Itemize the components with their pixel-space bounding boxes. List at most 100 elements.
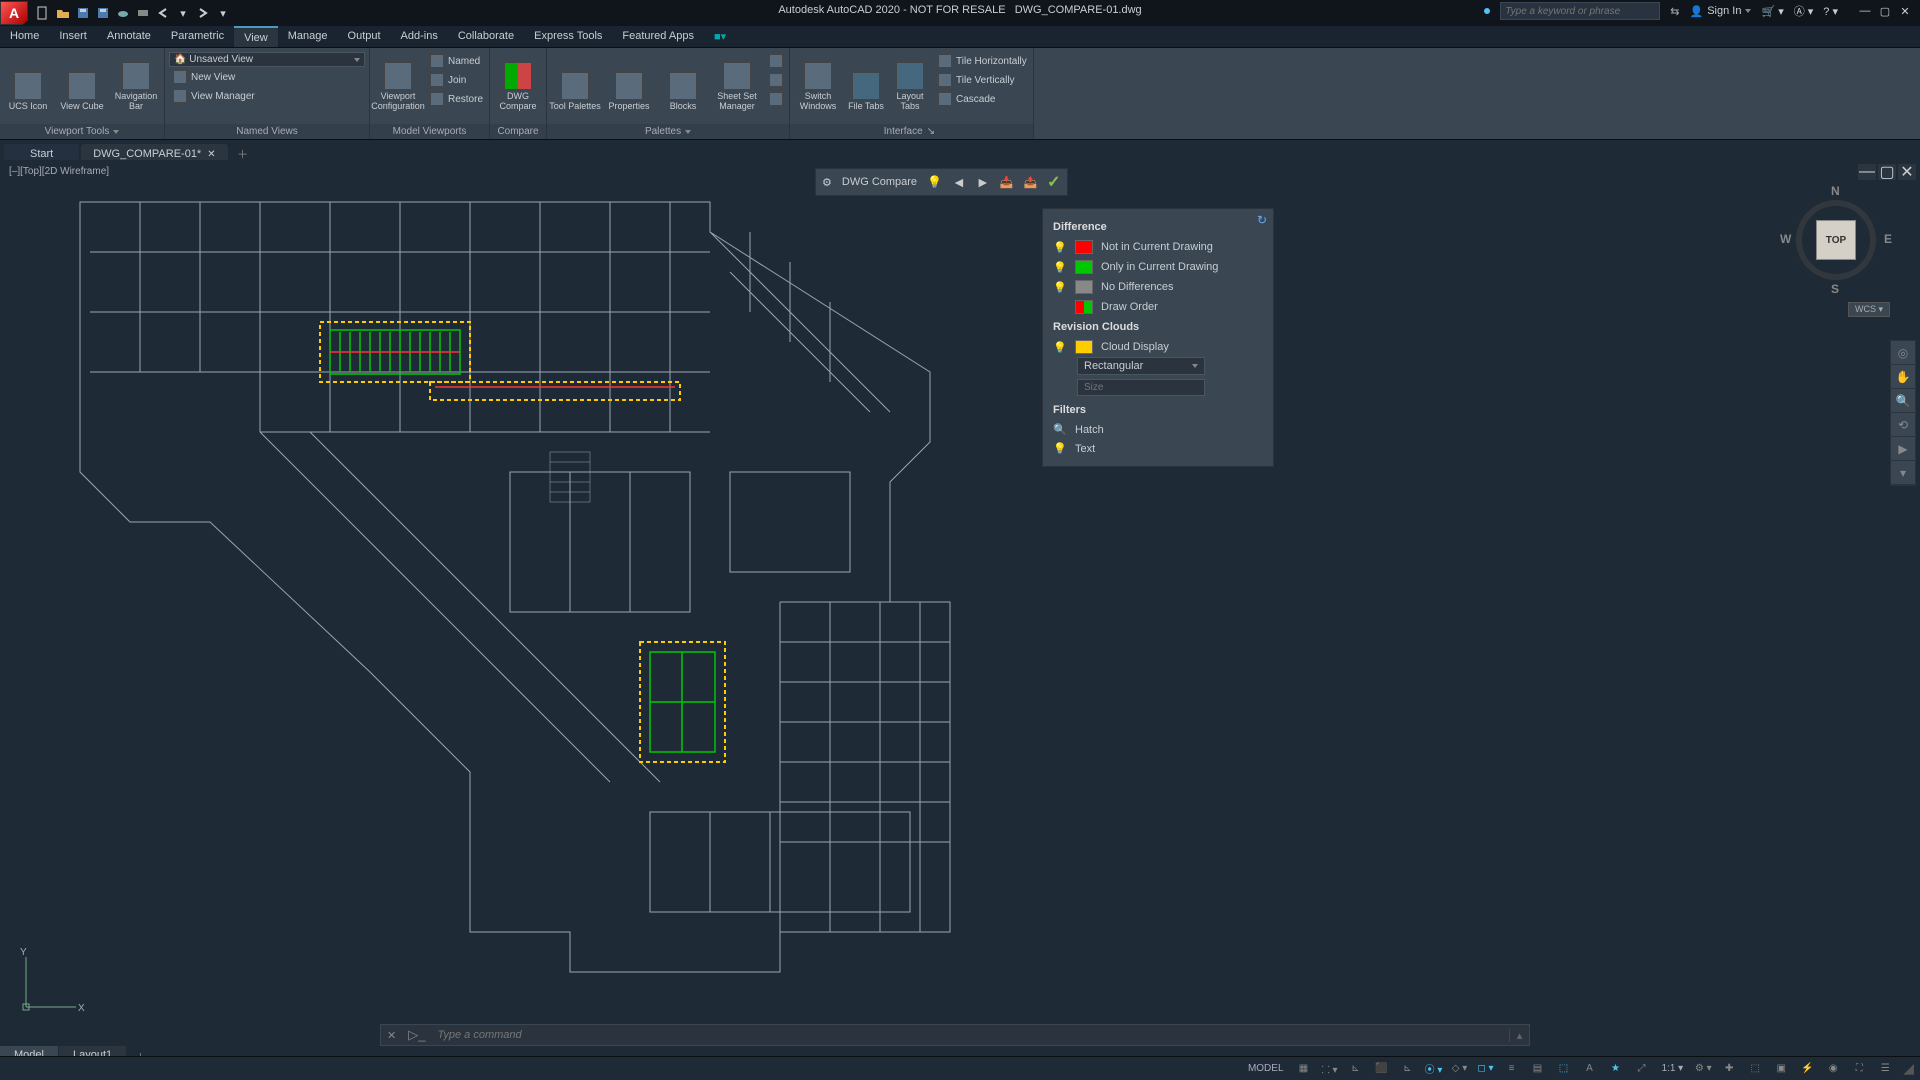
tab-insert[interactable]: Insert <box>49 26 97 47</box>
cloud-icon[interactable] <box>114 4 132 22</box>
cmd-input[interactable]: Type a command <box>431 1029 1509 1041</box>
new-icon[interactable] <box>34 4 52 22</box>
snap-toggle-icon[interactable]: ⸬ ▾ <box>1318 1059 1342 1079</box>
pan-icon[interactable]: ✋ <box>1891 365 1915 389</box>
refresh-icon[interactable]: ↻ <box>1257 213 1267 227</box>
difference-panel[interactable]: ↻ Difference 💡 Not in Current Drawing 💡 … <box>1042 208 1274 467</box>
hardware-acceleration-icon[interactable]: ⚡ <box>1795 1059 1819 1079</box>
cmd-close-icon[interactable]: ✕ <box>381 1029 402 1042</box>
vp-close[interactable]: ✕ <box>1898 164 1916 180</box>
viewcube-e[interactable]: E <box>1884 232 1892 246</box>
layout-tabs-button[interactable]: Layout Tabs <box>888 50 932 114</box>
cmd-history-icon[interactable]: ▴ <box>1509 1029 1529 1042</box>
tab-manage[interactable]: Manage <box>278 26 338 47</box>
viewport-join-button[interactable]: Join <box>426 71 487 89</box>
tab-addins[interactable]: Add-ins <box>391 26 448 47</box>
tab-annotate[interactable]: Annotate <box>97 26 161 47</box>
lineweight-icon[interactable]: ≡ <box>1500 1059 1524 1079</box>
redo-icon[interactable] <box>194 4 212 22</box>
minimize-button[interactable]: — <box>1856 3 1874 19</box>
workspace-switching-icon[interactable]: ⚙ ▾ <box>1691 1059 1715 1079</box>
viewport-named-button[interactable]: Named <box>426 52 487 70</box>
panel-label-viewport-tools[interactable]: Viewport Tools <box>0 124 164 139</box>
osnap-icon[interactable]: ◻ ▾ <box>1474 1059 1498 1079</box>
compare-export-icon[interactable]: 📤 <box>1023 176 1037 189</box>
navbar-more-icon[interactable]: ▾ <box>1891 461 1915 485</box>
selection-cycling-icon[interactable]: ⬚ <box>1552 1059 1576 1079</box>
bulb-toggle-icon[interactable]: 💡 <box>1053 241 1067 254</box>
swatch-yellow[interactable] <box>1075 340 1093 354</box>
view-manager-button[interactable]: View Manager <box>169 87 259 105</box>
annotation-visibility-icon[interactable]: ★ <box>1604 1059 1628 1079</box>
maximize-button[interactable]: ▢ <box>1876 3 1894 19</box>
wcs-dropdown[interactable]: WCS ▾ <box>1848 302 1890 317</box>
infer-constraints-icon[interactable]: ⊾ <box>1344 1059 1368 1079</box>
compare-settings-icon[interactable]: ⚙ <box>822 176 832 189</box>
cascade-button[interactable]: Cascade <box>934 90 1031 108</box>
file-tabs-button[interactable]: File Tabs <box>846 50 886 114</box>
tile-horizontal-button[interactable]: Tile Horizontally <box>934 52 1031 70</box>
dynamic-input-icon[interactable]: ⬛ <box>1370 1059 1394 1079</box>
orbit-icon[interactable]: ⟲ <box>1891 413 1915 437</box>
grid-toggle-icon[interactable]: ▦ <box>1292 1059 1316 1079</box>
resize-grip-icon[interactable]: ◢ <box>1903 1060 1914 1077</box>
full-nav-wheel-icon[interactable]: ◎ <box>1891 341 1915 365</box>
app-logo[interactable]: A <box>0 1 28 25</box>
customization-icon[interactable]: ☰ <box>1873 1059 1897 1079</box>
viewport-config-button[interactable]: Viewport Configuration <box>372 50 424 114</box>
ucs-icon-button[interactable]: UCS Icon <box>2 50 54 114</box>
vp-maximize[interactable]: ▢ <box>1878 164 1896 180</box>
bulb-toggle-icon[interactable]: 💡 <box>1053 261 1067 274</box>
dwg-compare-toolbar[interactable]: ⚙ DWG Compare 💡 ◄ ► 📥 📤 ✓ <box>815 168 1068 196</box>
tile-vertical-button[interactable]: Tile Vertically <box>934 71 1031 89</box>
open-icon[interactable] <box>54 4 72 22</box>
navbar-button[interactable]: Navigation Bar <box>110 50 162 114</box>
status-model[interactable]: MODEL <box>1242 1063 1290 1074</box>
isodraft-icon[interactable]: ◇ ▾ <box>1448 1059 1472 1079</box>
command-line[interactable]: ✕ ▷_ Type a command ▴ <box>380 1024 1530 1046</box>
ucs-icon[interactable]: Y X <box>16 947 86 1020</box>
compare-next-icon[interactable]: ► <box>976 174 990 190</box>
info-dot-icon[interactable] <box>1484 8 1490 14</box>
cloud-size-input[interactable] <box>1077 379 1205 396</box>
filter-toggle-icon[interactable]: 💡 <box>1053 442 1067 455</box>
viewcube-top-face[interactable]: TOP <box>1816 220 1856 260</box>
signin-button[interactable]: 👤 Sign In <box>1689 5 1751 18</box>
tab-express-tools[interactable]: Express Tools <box>524 26 612 47</box>
transparency-icon[interactable]: ▤ <box>1526 1059 1550 1079</box>
annotation-scale[interactable]: 1:1 ▾ <box>1656 1063 1690 1074</box>
save-icon[interactable] <box>74 4 92 22</box>
isolate-objects-icon[interactable]: ◉ <box>1821 1059 1845 1079</box>
app-store-icon[interactable]: 🛒 ▾ <box>1761 5 1783 18</box>
bulb-toggle-icon[interactable]: 💡 <box>1053 341 1067 354</box>
dwg-compare-button[interactable]: DWG Compare <box>492 50 544 114</box>
zoom-extents-icon[interactable]: 🔍 <box>1891 389 1915 413</box>
compare-import-icon[interactable]: 📥 <box>1000 176 1014 189</box>
quick-properties-icon[interactable]: ▣ <box>1769 1059 1793 1079</box>
annotation-autoscale-icon[interactable]: ⤢ <box>1630 1059 1654 1079</box>
qat-more-icon[interactable]: ▾ <box>214 4 232 22</box>
vp-minimize[interactable]: — <box>1858 164 1876 180</box>
search-input[interactable] <box>1500 2 1660 20</box>
palette-extra-1[interactable] <box>765 52 787 70</box>
tool-palettes-button[interactable]: Tool Palettes <box>549 50 601 114</box>
drawing-canvas[interactable] <box>0 160 1920 1046</box>
swatch-green[interactable] <box>1075 260 1093 274</box>
showmotion-icon[interactable]: ▶ <box>1891 437 1915 461</box>
viewcube-n[interactable]: N <box>1831 184 1840 198</box>
infocenter-icon[interactable]: ⇆ <box>1670 5 1679 18</box>
swatch-red[interactable] <box>1075 240 1093 254</box>
help-icon[interactable]: ? ▾ <box>1823 5 1838 18</box>
bulb-toggle-icon[interactable]: 💡 <box>1053 281 1067 294</box>
ortho-icon[interactable]: ⊾ <box>1396 1059 1420 1079</box>
tab-expander[interactable]: ■▾ <box>704 26 736 47</box>
annotation-A-icon[interactable]: A <box>1578 1059 1602 1079</box>
viewport-restore-button[interactable]: Restore <box>426 90 487 108</box>
compare-done-icon[interactable]: ✓ <box>1047 172 1060 192</box>
palette-extra-2[interactable] <box>765 71 787 89</box>
plot-icon[interactable] <box>134 4 152 22</box>
tab-output[interactable]: Output <box>338 26 391 47</box>
undo-icon[interactable] <box>154 4 172 22</box>
close-button[interactable]: ✕ <box>1896 3 1914 19</box>
compare-prev-icon[interactable]: ◄ <box>952 174 966 190</box>
